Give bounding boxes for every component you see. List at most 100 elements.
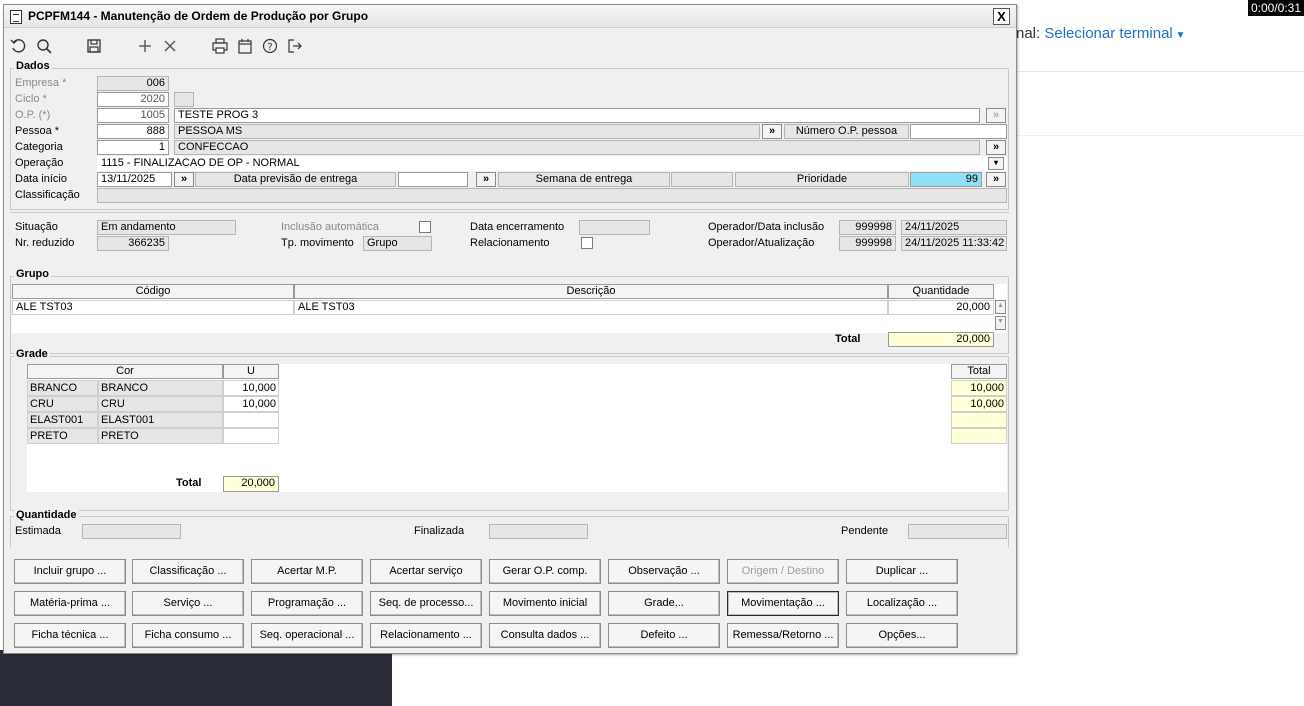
operacao-select[interactable]: 1115 - FINALIZACAO DE OP - NORMAL bbox=[97, 156, 1007, 171]
print-icon[interactable] bbox=[210, 36, 230, 56]
programacao-button[interactable]: Programação ... bbox=[251, 591, 363, 616]
grade-row-u[interactable] bbox=[223, 428, 279, 444]
duplicar-button[interactable]: Duplicar ... bbox=[846, 559, 958, 584]
categoria-label: Categoria bbox=[15, 141, 63, 153]
observacao-button[interactable]: Observação ... bbox=[608, 559, 720, 584]
categoria-field[interactable]: 1 bbox=[97, 140, 169, 155]
operador-atualizacao-field: 999998 bbox=[839, 236, 896, 251]
acertar-servico-button[interactable]: Acertar serviço bbox=[370, 559, 482, 584]
ficha-tecnica-button[interactable]: Ficha técnica ... bbox=[14, 623, 126, 648]
incluir-grupo-button[interactable]: Incluir grupo ... bbox=[14, 559, 126, 584]
relacionamento-checkbox[interactable] bbox=[581, 237, 593, 249]
seq-operacional-button[interactable]: Seq. operacional ... bbox=[251, 623, 363, 648]
add-icon[interactable] bbox=[135, 36, 155, 56]
divider bbox=[1016, 135, 1304, 136]
grade-row-name: BRANCO bbox=[98, 380, 223, 396]
data-previsao-field[interactable] bbox=[398, 172, 468, 187]
grupo-title: Grupo bbox=[14, 268, 51, 280]
grade-row-u[interactable]: 10,000 bbox=[223, 396, 279, 412]
prioridade-lookup-button[interactable]: » bbox=[986, 172, 1006, 187]
finalizada-label: Finalizada bbox=[414, 525, 465, 537]
op-field[interactable]: 1005 bbox=[97, 108, 169, 123]
data-previsao-label: Data previsão de entrega bbox=[195, 172, 396, 187]
close-button[interactable]: X bbox=[993, 8, 1010, 25]
relacionamento-button[interactable]: Relacionamento ... bbox=[370, 623, 482, 648]
acertar-mp-button[interactable]: Acertar M.P. bbox=[251, 559, 363, 584]
scroll-down-icon[interactable]: ▼ bbox=[995, 316, 1006, 330]
ficha-consumo-button[interactable]: Ficha consumo ... bbox=[132, 623, 244, 648]
window-title: PCPFM144 - Manutenção de Ordem de Produç… bbox=[28, 9, 369, 23]
grupo-row-codigo[interactable]: ALE TST03 bbox=[12, 300, 294, 315]
origem-destino-button[interactable]: Origem / Destino bbox=[727, 559, 839, 584]
operador-data-inclusao-label: Operador/Data inclusão bbox=[708, 221, 825, 233]
save-icon[interactable] bbox=[84, 36, 104, 56]
grade-row-u[interactable]: 10,000 bbox=[223, 380, 279, 396]
grupo-row-descricao[interactable]: ALE TST03 bbox=[294, 300, 888, 315]
grade-row-code: CRU bbox=[27, 396, 98, 412]
grupo-header-quantidade[interactable]: Quantidade bbox=[888, 284, 994, 299]
seq-processo-button[interactable]: Seq. de processo... bbox=[370, 591, 482, 616]
grade-total-field: 20,000 bbox=[223, 476, 279, 492]
remessa-retorno-button[interactable]: Remessa/Retorno ... bbox=[727, 623, 839, 648]
gerar-op-comp-button[interactable]: Gerar O.P. comp. bbox=[489, 559, 601, 584]
delete-icon[interactable] bbox=[160, 36, 180, 56]
undo-icon[interactable] bbox=[8, 36, 28, 56]
servico-button[interactable]: Serviço ... bbox=[132, 591, 244, 616]
grade-header-total[interactable]: Total bbox=[951, 364, 1007, 379]
data-inicio-field[interactable]: 13/11/2025 bbox=[97, 172, 172, 187]
ciclo-field[interactable]: 2020 bbox=[97, 92, 169, 107]
opcoes-button[interactable]: Opções... bbox=[846, 623, 958, 648]
calendar-icon[interactable] bbox=[235, 36, 255, 56]
terminal-link[interactable]: Selecionar terminal bbox=[1044, 25, 1172, 42]
grade-row-total bbox=[951, 412, 1007, 428]
tp-movimento-field: Grupo bbox=[363, 236, 432, 251]
pessoa-lookup-button[interactable]: » bbox=[762, 124, 782, 139]
defeito-button[interactable]: Defeito ... bbox=[608, 623, 720, 648]
numero-op-pessoa-label: Número O.P. pessoa bbox=[784, 124, 909, 139]
op-lookup-button[interactable]: » bbox=[986, 108, 1006, 123]
grade-row-u[interactable] bbox=[223, 412, 279, 428]
scroll-up-icon[interactable]: ▲ bbox=[995, 300, 1006, 314]
materia-prima-button[interactable]: Matéria-prima ... bbox=[14, 591, 126, 616]
pessoa-field[interactable]: 888 bbox=[97, 124, 169, 139]
search-icon[interactable] bbox=[34, 36, 54, 56]
movimento-inicial-button[interactable]: Movimento inicial bbox=[489, 591, 601, 616]
movimentacao-button[interactable]: Movimentação ... bbox=[727, 591, 839, 616]
classificacao-button[interactable]: Classificação ... bbox=[132, 559, 244, 584]
numero-op-pessoa-field[interactable] bbox=[910, 124, 1007, 139]
operacao-label: Operação bbox=[15, 157, 64, 169]
grupo-row-quantidade[interactable]: 20,000 bbox=[888, 300, 994, 315]
data-previsao-lookup-button[interactable]: » bbox=[476, 172, 496, 187]
grade-header-u[interactable]: U bbox=[223, 364, 279, 379]
caret-down-icon: ▼ bbox=[1172, 30, 1186, 41]
situacao-label: Situação bbox=[15, 221, 58, 233]
toolbar: ? bbox=[4, 29, 1016, 61]
grade-button[interactable]: Grade... bbox=[608, 591, 720, 616]
consulta-dados-button[interactable]: Consulta dados ... bbox=[489, 623, 601, 648]
grupo-header-descricao[interactable]: Descrição bbox=[294, 284, 888, 299]
terminal-selector[interactable]: nal: Selecionar terminal ▼ bbox=[1016, 25, 1185, 42]
inclusao-automatica-checkbox[interactable] bbox=[419, 221, 431, 233]
background-dark-panel bbox=[0, 650, 392, 706]
op-description-field[interactable]: TESTE PROG 3 bbox=[174, 108, 980, 123]
help-icon[interactable]: ? bbox=[260, 36, 280, 56]
quantidade-title: Quantidade bbox=[14, 509, 79, 521]
exit-icon[interactable] bbox=[285, 36, 305, 56]
grupo-header-codigo[interactable]: Código bbox=[12, 284, 294, 299]
classificacao-label: Classificação bbox=[15, 189, 80, 201]
grade-header-cor[interactable]: Cor bbox=[27, 364, 223, 379]
localizacao-button[interactable]: Localização ... bbox=[846, 591, 958, 616]
nr-reduzido-label: Nr. reduzido bbox=[15, 237, 75, 249]
data-inicio-lookup-button[interactable]: » bbox=[174, 172, 194, 187]
dados-title: Dados bbox=[14, 60, 52, 72]
prioridade-field[interactable]: 99 bbox=[910, 172, 982, 187]
categoria-lookup-button[interactable]: » bbox=[986, 140, 1006, 155]
grade-row-total bbox=[951, 428, 1007, 444]
chevron-down-icon[interactable]: ▾ bbox=[988, 157, 1004, 170]
grupo-total-field: 20,000 bbox=[888, 332, 994, 347]
inclusao-automatica-label: Inclusão automática bbox=[281, 221, 379, 233]
grade-row-total: 10,000 bbox=[951, 396, 1007, 412]
grade-row-total: 10,000 bbox=[951, 380, 1007, 396]
ciclo-extra-field bbox=[174, 92, 194, 107]
prioridade-label: Prioridade bbox=[735, 172, 909, 187]
